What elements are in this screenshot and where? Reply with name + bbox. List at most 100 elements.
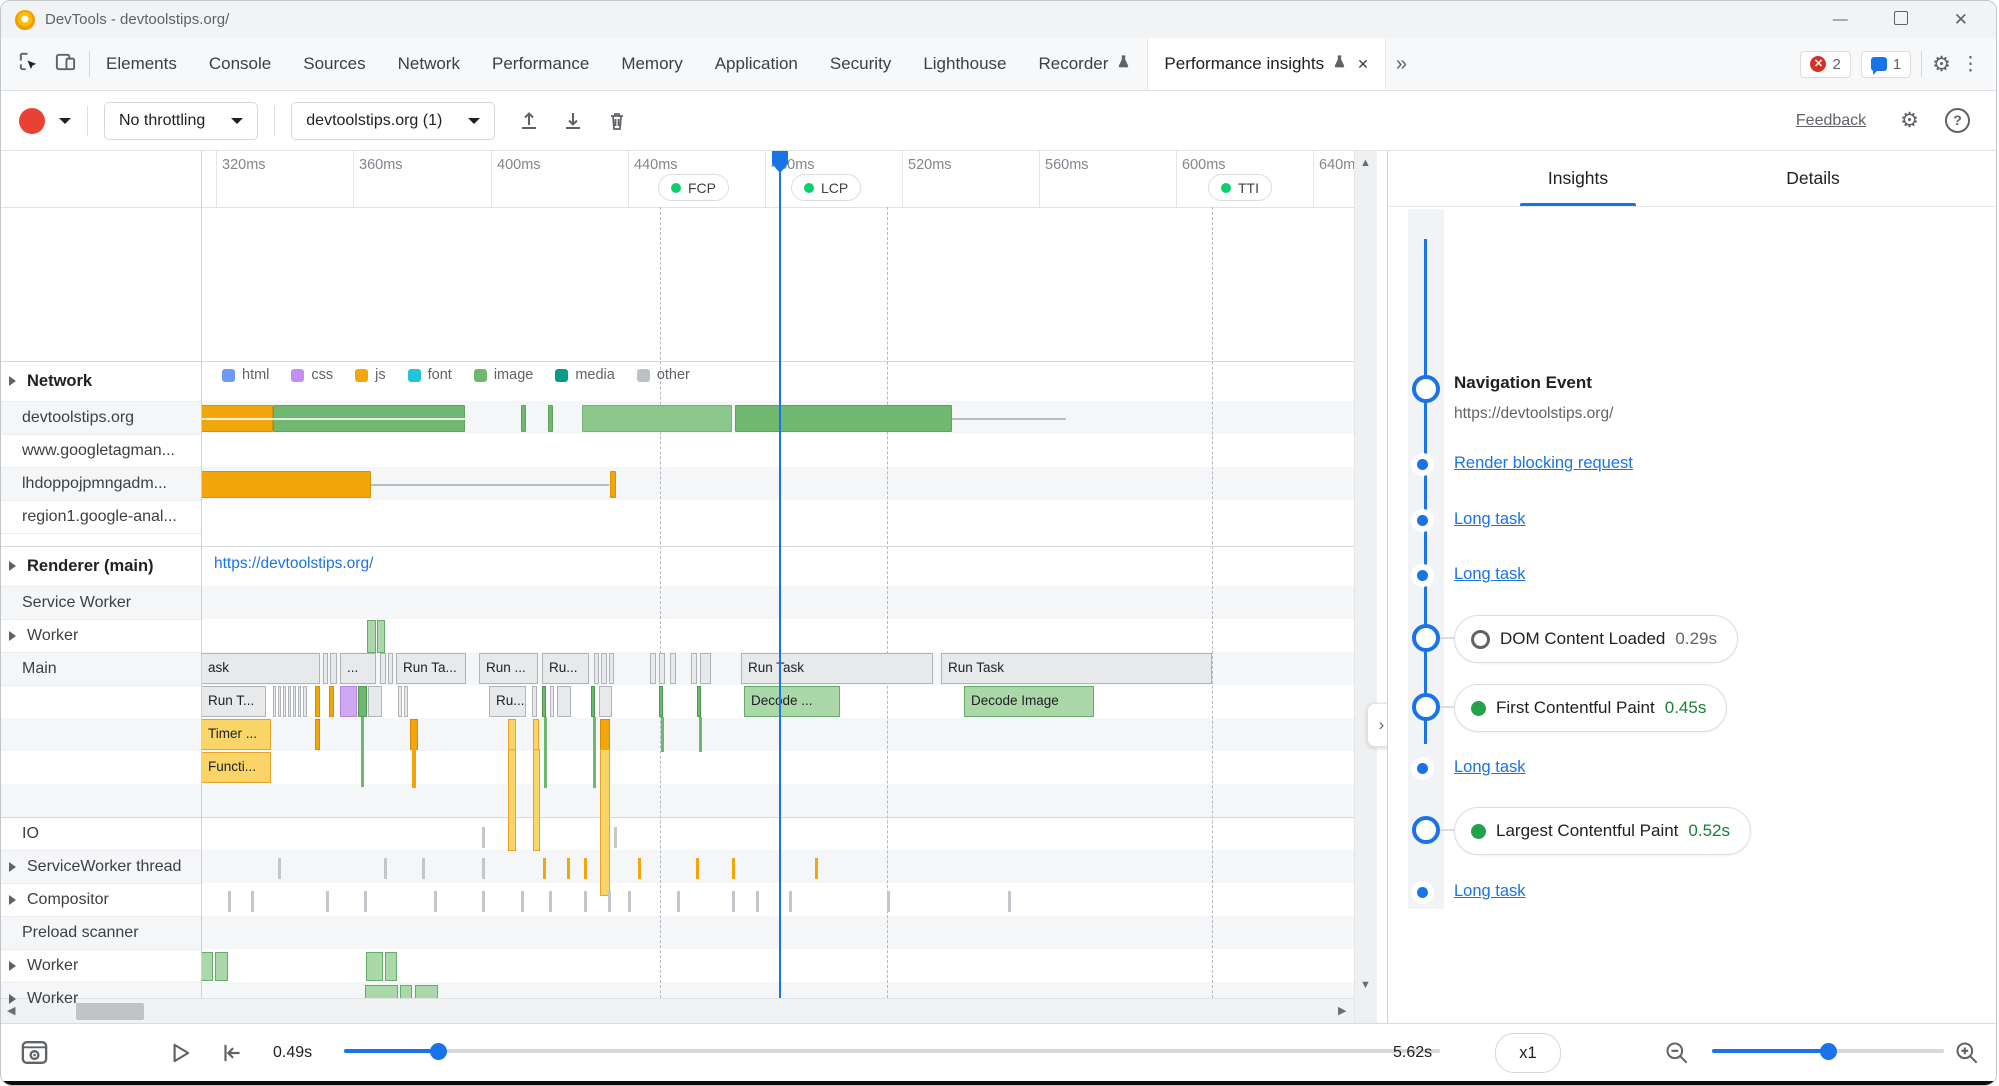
tab-application[interactable]: Application <box>699 38 814 90</box>
task-bar[interactable] <box>368 686 382 717</box>
activity-mark[interactable] <box>628 891 631 912</box>
panel-settings-gear-icon[interactable]: ⚙ <box>1900 108 1919 133</box>
task-bar[interactable]: Run Ta... <box>396 653 466 684</box>
task-bar[interactable]: Run ... <box>479 653 538 684</box>
task-bar[interactable] <box>283 686 286 717</box>
worker-activity-block[interactable] <box>366 952 383 981</box>
task-bar[interactable] <box>273 686 276 717</box>
delete-recording-icon[interactable] <box>605 109 629 133</box>
expand-panel-handle[interactable]: › <box>1367 703 1387 747</box>
activity-mark[interactable] <box>326 891 329 912</box>
sidebar-track-region1-google-anal-[interactable]: region1.google-anal... <box>1 500 200 533</box>
timeline-chart[interactable]: 320ms360ms400ms440ms480ms520ms560ms600ms… <box>1 151 1387 1023</box>
task-bar[interactable] <box>329 686 334 717</box>
sidebar-track-service-worker[interactable]: Service Worker <box>1 586 200 619</box>
task-bar[interactable] <box>557 686 571 717</box>
insight-link[interactable]: Long task <box>1454 882 1526 901</box>
play-button[interactable] <box>167 1040 193 1066</box>
maximize-button[interactable] <box>1894 11 1908 28</box>
throttling-select[interactable]: No throttling <box>104 102 258 140</box>
sidebar-track-compositor[interactable]: Compositor <box>1 883 200 916</box>
task-bar[interactable]: Run Task <box>941 653 1212 684</box>
task-bar[interactable] <box>697 686 701 717</box>
activity-mark[interactable] <box>789 891 792 912</box>
activity-mark[interactable] <box>608 891 611 912</box>
worker-activity-block[interactable] <box>201 952 213 981</box>
insight-link[interactable]: Long task <box>1454 510 1526 529</box>
sidebar-track-renderer-main-[interactable]: Renderer (main) <box>1 546 200 586</box>
worker-activity-block[interactable] <box>367 620 376 653</box>
worker-activity-block[interactable] <box>385 952 397 981</box>
task-bar[interactable] <box>659 686 663 717</box>
network-request-bar[interactable] <box>582 405 732 432</box>
sidebar-track-main[interactable]: Main <box>1 652 200 685</box>
activity-mark[interactable] <box>543 858 546 879</box>
activity-mark[interactable] <box>732 858 735 879</box>
renderer-page-link[interactable]: https://devtoolstips.org/ <box>214 555 373 573</box>
activity-mark[interactable] <box>482 891 485 912</box>
task-bar[interactable] <box>600 719 610 750</box>
task-bar[interactable]: Run Task <box>741 653 933 684</box>
marker-badge-tti[interactable]: TTI <box>1208 174 1272 201</box>
activity-mark[interactable] <box>251 891 254 912</box>
metric-pill[interactable]: First Contentful Paint0.45s <box>1454 684 1727 732</box>
scroll-right-icon[interactable]: ▶ <box>1338 1004 1346 1017</box>
task-bar[interactable] <box>508 719 516 750</box>
inspect-element-icon[interactable] <box>17 50 40 78</box>
minimize-button[interactable]: — <box>1833 12 1848 27</box>
activity-mark[interactable] <box>584 858 587 879</box>
insight-link[interactable]: Long task <box>1454 758 1526 777</box>
task-bar[interactable] <box>303 686 307 717</box>
sidebar-track-worker[interactable]: Worker <box>1 982 200 1016</box>
network-request-bar[interactable] <box>548 405 553 432</box>
feedback-link[interactable]: Feedback <box>1796 112 1866 130</box>
activity-mark[interactable] <box>887 891 890 912</box>
import-icon[interactable] <box>517 109 541 133</box>
task-bar[interactable] <box>599 686 612 717</box>
activity-mark[interactable] <box>815 858 818 879</box>
skip-to-start-button[interactable] <box>219 1040 245 1066</box>
activity-mark[interactable] <box>584 891 587 912</box>
main-menu-icon[interactable]: ⋮ <box>1961 53 1980 76</box>
metric-pill[interactable]: Largest Contentful Paint0.52s <box>1454 807 1751 855</box>
record-button[interactable] <box>19 108 45 134</box>
tab-network[interactable]: Network <box>382 38 476 90</box>
task-bar[interactable] <box>330 653 337 684</box>
horizontal-scrollbar[interactable]: ◀▶ <box>1 998 1354 1023</box>
task-bar[interactable] <box>404 686 408 717</box>
task-bar[interactable] <box>670 653 676 684</box>
zoom-in-icon[interactable] <box>1953 1039 1980 1066</box>
activity-mark[interactable] <box>278 858 281 879</box>
task-bar[interactable]: Ru... <box>489 686 526 717</box>
sidebar-track-io[interactable]: IO <box>1 817 200 850</box>
more-tabs-button[interactable]: » <box>1386 53 1417 76</box>
tab-memory[interactable]: Memory <box>605 38 698 90</box>
tab-recorder[interactable]: Recorder <box>1023 38 1148 90</box>
task-bar[interactable] <box>691 653 697 684</box>
activity-mark[interactable] <box>228 891 231 912</box>
task-bar[interactable] <box>601 653 607 684</box>
close-button[interactable]: ✕ <box>1954 11 1968 28</box>
vertical-scrollbar[interactable]: ▲▼ <box>1354 151 1377 1023</box>
task-bar[interactable] <box>323 653 328 684</box>
activity-mark[interactable] <box>422 858 425 879</box>
network-request-bar[interactable] <box>201 471 371 498</box>
sidebar-track-preload-scanner[interactable]: Preload scanner <box>1 916 200 949</box>
help-icon[interactable]: ? <box>1945 108 1970 133</box>
activity-mark[interactable] <box>756 891 759 912</box>
tab-console[interactable]: Console <box>193 38 287 90</box>
task-bar[interactable]: Decode ... <box>744 686 840 717</box>
activity-mark[interactable] <box>677 891 680 912</box>
sidebar-track-worker[interactable]: Worker <box>1 949 200 982</box>
task-bar[interactable] <box>380 653 386 684</box>
task-bar[interactable]: ... <box>340 653 376 684</box>
task-bar[interactable] <box>293 686 296 717</box>
activity-mark[interactable] <box>482 858 485 879</box>
tab-performance[interactable]: Performance <box>476 38 605 90</box>
settings-gear-icon[interactable]: ⚙ <box>1932 52 1951 77</box>
task-bar[interactable] <box>550 686 554 717</box>
task-bar[interactable] <box>278 686 281 717</box>
task-bar[interactable] <box>388 653 393 684</box>
worker-activity-block[interactable] <box>215 952 228 981</box>
record-options-caret-icon[interactable] <box>59 118 71 130</box>
